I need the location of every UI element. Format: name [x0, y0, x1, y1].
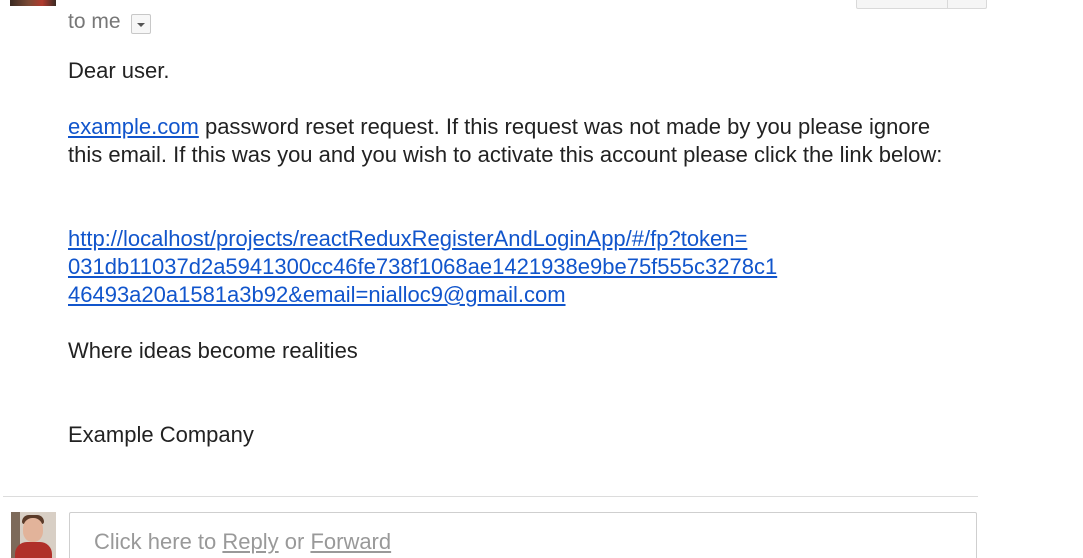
forward-link[interactable]: Forward — [310, 529, 391, 554]
reply-link[interactable]: Reply — [222, 529, 278, 554]
reply-or-text: or — [278, 529, 311, 554]
avatar-shirt — [15, 542, 52, 558]
sender-avatar[interactable] — [10, 0, 56, 6]
divider — [3, 496, 978, 497]
reset-password-link[interactable]: http://localhost/projects/reactReduxRegi… — [68, 226, 777, 307]
email-slogan: Where ideas become realities — [68, 338, 358, 363]
email-signature: Example Company — [68, 422, 254, 447]
avatar-face — [23, 518, 43, 542]
more-actions-button[interactable] — [948, 0, 987, 9]
reply-action-button[interactable] — [856, 0, 948, 9]
reset-link-line-2: 031db11037d2a5941300cc46fe738f1068ae1421… — [68, 254, 778, 279]
reply-prefix: Click here to — [94, 529, 223, 554]
recipient-line: to me — [68, 10, 151, 34]
user-avatar — [11, 512, 56, 558]
chevron-down-icon[interactable] — [130, 14, 151, 34]
email-greeting: Dear user. — [68, 58, 170, 83]
reply-box[interactable]: Click here to Reply or Forward — [69, 512, 977, 558]
message-actions — [856, 0, 987, 10]
reset-link-block: http://localhost/projects/reactReduxRegi… — [68, 225, 948, 309]
site-link[interactable]: example.com — [68, 114, 199, 139]
email-view: to me Dear user. example.com password re… — [0, 0, 1083, 558]
email-paragraph: example.com password reset request. If t… — [68, 113, 948, 169]
reset-link-line-1: http://localhost/projects/reactReduxRegi… — [68, 226, 748, 251]
paragraph-text: password reset request. If this request … — [68, 114, 943, 167]
reset-link-line-3: 46493a20a1581a3b92&email=nialloc9@gmail.… — [68, 282, 566, 307]
reply-prompt: Click here to Reply or Forward — [94, 529, 391, 555]
recipient-label: to me — [68, 10, 121, 33]
